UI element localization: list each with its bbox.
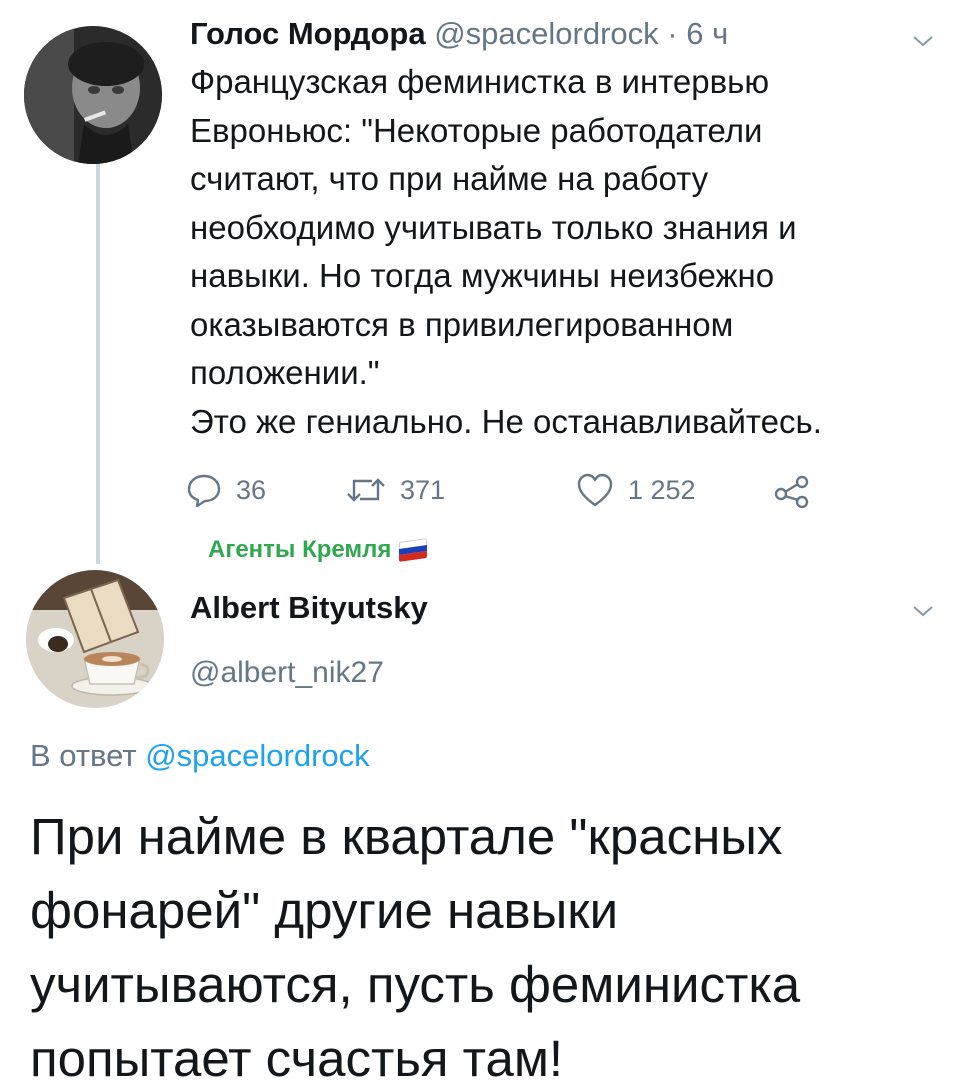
tweet-text-line: считают, что при найме на работу	[190, 160, 709, 197]
reply-prefix: В ответ	[30, 738, 137, 773]
reply-tweet-text: При найме в квартале "красных фонарей" д…	[30, 808, 801, 1080]
tweet-header: Голос Мордора @spacelordrock · 6 ч	[190, 14, 930, 54]
chevron-down-icon[interactable]	[912, 30, 934, 52]
retweet-button[interactable]: 371	[346, 472, 445, 508]
tweet-text-line: Французская феминистка в интервью	[190, 63, 770, 100]
author-avatar[interactable]	[24, 26, 162, 164]
reply-icon	[187, 474, 221, 508]
tweet-text-line: Евроньюс: "Некоторые работодатели	[190, 111, 763, 149]
share-button[interactable]	[774, 472, 810, 508]
russian-flag-icon	[399, 538, 428, 562]
author-name[interactable]: Голос Мордора	[190, 16, 426, 51]
share-icon	[774, 475, 809, 508]
header-separator: ·	[658, 16, 687, 51]
reply-author-avatar[interactable]	[26, 570, 164, 708]
list-label[interactable]: Агенты Кремля	[208, 536, 428, 564]
author-handle[interactable]: @spacelordrock	[434, 16, 658, 51]
tweet-text-line: оказываются в привилегированном	[190, 305, 734, 343]
tweet-actions: 36 371 1 252	[186, 472, 846, 512]
retweet-count: 371	[400, 474, 446, 505]
chevron-down-icon[interactable]	[912, 600, 934, 622]
like-count: 1 252	[628, 474, 696, 505]
tweet-text-line: навыки. Но тогда мужчины неизбежно	[190, 257, 775, 294]
reply-mention-link[interactable]: @spacelordrock	[145, 738, 369, 773]
reply-count: 36	[236, 474, 267, 505]
like-button[interactable]: 1 252	[576, 472, 696, 508]
list-label-text: Агенты Кремля	[208, 536, 392, 563]
tweet-text-line: положении."	[190, 354, 380, 391]
tweet-text-line: Это же гениально. Не останавливайтесь.	[190, 402, 822, 440]
retweet-icon	[347, 478, 385, 502]
tweet-text-line: необходимо учитывать только знания и	[190, 208, 797, 246]
reply-avatar-image	[26, 570, 164, 708]
reply-author-name[interactable]: Albert Bityutsky	[190, 590, 428, 626]
reply-context: В ответ @spacelordrock	[30, 738, 370, 774]
tweet-text: Французская феминистка в интервью Евронь…	[190, 58, 930, 446]
author-avatar-image	[24, 26, 162, 164]
reply-author-handle[interactable]: @albert_nik27	[190, 656, 384, 690]
reply-button[interactable]: 36	[186, 472, 266, 508]
original-tweet[interactable]: Голос Мордора @spacelordrock · 6 ч Франц…	[190, 14, 930, 446]
thread-connector-line	[96, 156, 100, 564]
like-icon	[577, 473, 613, 507]
tweet-time[interactable]: 6 ч	[686, 16, 728, 51]
